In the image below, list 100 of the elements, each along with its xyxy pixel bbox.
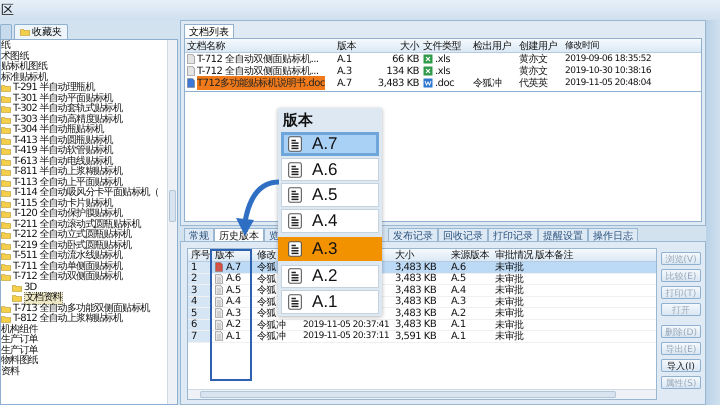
tree-item[interactable]: T-302 半自动套轨式贴标机 (13, 104, 122, 114)
tree-item[interactable]: 机构组件 (1, 324, 38, 335)
tree-item[interactable]: 3D (24, 282, 36, 293)
document-icon (288, 213, 302, 230)
table-cell: A.2 (451, 308, 466, 319)
table-cell: A.5 (226, 284, 241, 296)
tree-item[interactable]: T-212 全自动立式圆瓶贴标机 (13, 230, 132, 240)
table-cell-text: 未审批 (495, 260, 524, 274)
tree-item[interactable]: T-304 半自动瓶贴标机 (13, 125, 104, 136)
tree-item[interactable]: T-291 半自动理瓶机 (13, 83, 94, 94)
tree-item[interactable]: T-114 全自动吸风分卡平面贴标机（ (13, 188, 159, 198)
column-header[interactable]: 大小 (395, 248, 414, 262)
document-icon (288, 187, 302, 204)
table-cell-text: 未审批 (495, 318, 524, 331)
tab[interactable]: 操作日志 (588, 228, 638, 241)
column-header[interactable]: 版本 (335, 38, 369, 52)
scrollbar[interactable] (188, 389, 656, 399)
tree-item[interactable]: T-419 半自动软管贴标机 (13, 146, 113, 156)
column-header[interactable]: 文件类型 (421, 38, 471, 52)
table-cell: A.1 (337, 54, 352, 64)
tree-item[interactable]: T-219 全自动卧式圆瓶贴标机 (13, 240, 132, 251)
table-cell-text: 未审批 (495, 272, 524, 285)
tab[interactable] (0, 24, 12, 39)
tree-item[interactable]: T-120 全自动保护膜贴标机 (13, 209, 122, 220)
tab[interactable]: 常规 (184, 228, 214, 241)
tree-item[interactable]: 文档资料 (24, 292, 63, 304)
tab[interactable]: 收藏夹 (14, 24, 68, 39)
table-cell: 2019-11-05 20:48:04 (565, 78, 652, 88)
tree-item[interactable]: 标准贴标机 (1, 72, 48, 83)
tree-item[interactable]: T-812 全自动上浆糊贴标机 (13, 314, 122, 324)
column-header[interactable]: 审批情况 (495, 248, 533, 262)
file-name[interactable]: T-712 全自动双侧面贴标机... (197, 64, 319, 78)
tree-item[interactable]: 生产订单 (1, 346, 38, 356)
table-cell-text: 未审批 (495, 306, 524, 320)
file-name[interactable]: T-712 全自动双侧面贴标机... (197, 52, 319, 66)
window-title: 区 (0, 2, 14, 19)
action-button[interactable]: 导入(I) (661, 359, 701, 372)
tree-item[interactable]: T-613 半自动电线贴标机 (13, 156, 113, 167)
table-cell: A.7 (337, 78, 352, 88)
tab[interactable]: 打印记录 (488, 228, 538, 241)
column-header[interactable]: 文档名称 (185, 38, 335, 52)
document-icon (288, 162, 302, 178)
table-cell: A.4 (451, 284, 466, 296)
column-header[interactable]: 修改 (257, 248, 276, 262)
table-cell: 3,483 KB (395, 273, 436, 284)
table-cell: 134 KB (386, 66, 419, 76)
tree-item[interactable]: T-115 全自动卡片贴标机 (13, 198, 113, 209)
table-cell-text: 未审批 (495, 296, 524, 308)
column-header[interactable]: 版本备注 (535, 248, 573, 262)
table-cell: .doc (435, 78, 454, 88)
version-item[interactable]: A.3 (278, 236, 382, 261)
table-cell: 3,591 KB (395, 330, 436, 342)
version-item[interactable]: A.6 (281, 158, 379, 182)
table-cell-text: 令狐冲 (473, 76, 502, 90)
tree-item[interactable]: T-712 全自动双侧面贴标机 (13, 272, 122, 282)
table-cell: 3 (191, 284, 197, 296)
tree-item[interactable]: T-211 全自动滚动式圆瓶贴标机 (13, 220, 140, 230)
tab[interactable]: 提醒设置 (538, 228, 588, 241)
table-cell-text: 令狐 (257, 272, 276, 285)
table-cell: 2019-11-05 20:37:41 (303, 320, 390, 330)
table-cell: A.1 (451, 330, 466, 342)
tree-item[interactable]: T-303 半自动高精度贴标机 (13, 114, 122, 125)
table-cell: A.6 (226, 273, 241, 284)
tree-item[interactable]: 资料 (1, 366, 20, 377)
table-cell: 2019-09-06 18:35:52 (565, 54, 652, 64)
tree-item[interactable]: T-413 半自动圆瓶贴标机 (13, 136, 113, 146)
column-header[interactable]: 来源版本 (451, 248, 489, 262)
column-header[interactable]: 检出用户 (471, 38, 517, 52)
version-item[interactable]: A.5 (281, 183, 379, 208)
table-cell: A.1 (226, 330, 241, 342)
tree-item[interactable]: T-301 半自动平面贴标机 (13, 94, 113, 104)
tree-item[interactable]: T-113 全自动上平面贴标机 (13, 178, 122, 188)
table-cell: 3,483 KB (395, 319, 436, 330)
file-name[interactable]: T712多功能贴标机说明书.doc (197, 76, 325, 90)
tree-item[interactable]: 物料图纸 (1, 356, 38, 366)
word-file-icon (423, 78, 433, 88)
tree-item[interactable]: 贴标机图纸 (1, 62, 48, 72)
column-header[interactable]: 序号 (191, 248, 210, 262)
column-header[interactable]: 大小 (369, 38, 421, 52)
document-icon (288, 136, 302, 152)
tab[interactable]: 回收记录 (438, 228, 488, 241)
tree-item[interactable]: 生产订单 (1, 335, 38, 346)
tree-item[interactable]: 纸 (1, 41, 10, 52)
tree-item[interactable]: T-811 半自动上浆糊贴标机 (13, 167, 122, 178)
version-item[interactable]: A.7 (281, 132, 379, 156)
tab[interactable]: 文档列表 (184, 24, 234, 38)
scrollbar[interactable] (167, 40, 177, 404)
tree-item[interactable]: T-713 全自动多功能双侧面贴标机 (13, 304, 150, 314)
column-header[interactable]: 修改时间 (563, 39, 673, 52)
table-cell: A.3 (337, 66, 352, 76)
table-row[interactable]: 6 A.2 令狐冲 2019-11-05 20:37:41 3,483 KB A.1 未审批 (188, 320, 656, 331)
version-item[interactable]: A.4 (281, 209, 379, 233)
tree-item[interactable]: T-511 全自动流水线贴标机 (13, 251, 122, 262)
tab[interactable]: 发布记录 (388, 228, 438, 241)
tree-item[interactable]: T-711 全自动单侧面贴标机 (13, 262, 122, 272)
version-item[interactable]: A.1 (281, 290, 379, 314)
tree-item[interactable]: 术图纸 (1, 52, 29, 62)
column-header[interactable]: 创建用户 (517, 38, 563, 52)
version-item[interactable]: A.2 (281, 264, 379, 288)
table-row[interactable]: 7 A.1 令狐冲 2019-11-05 20:37:11 3,591 KB A.1 未审批 (188, 331, 656, 342)
